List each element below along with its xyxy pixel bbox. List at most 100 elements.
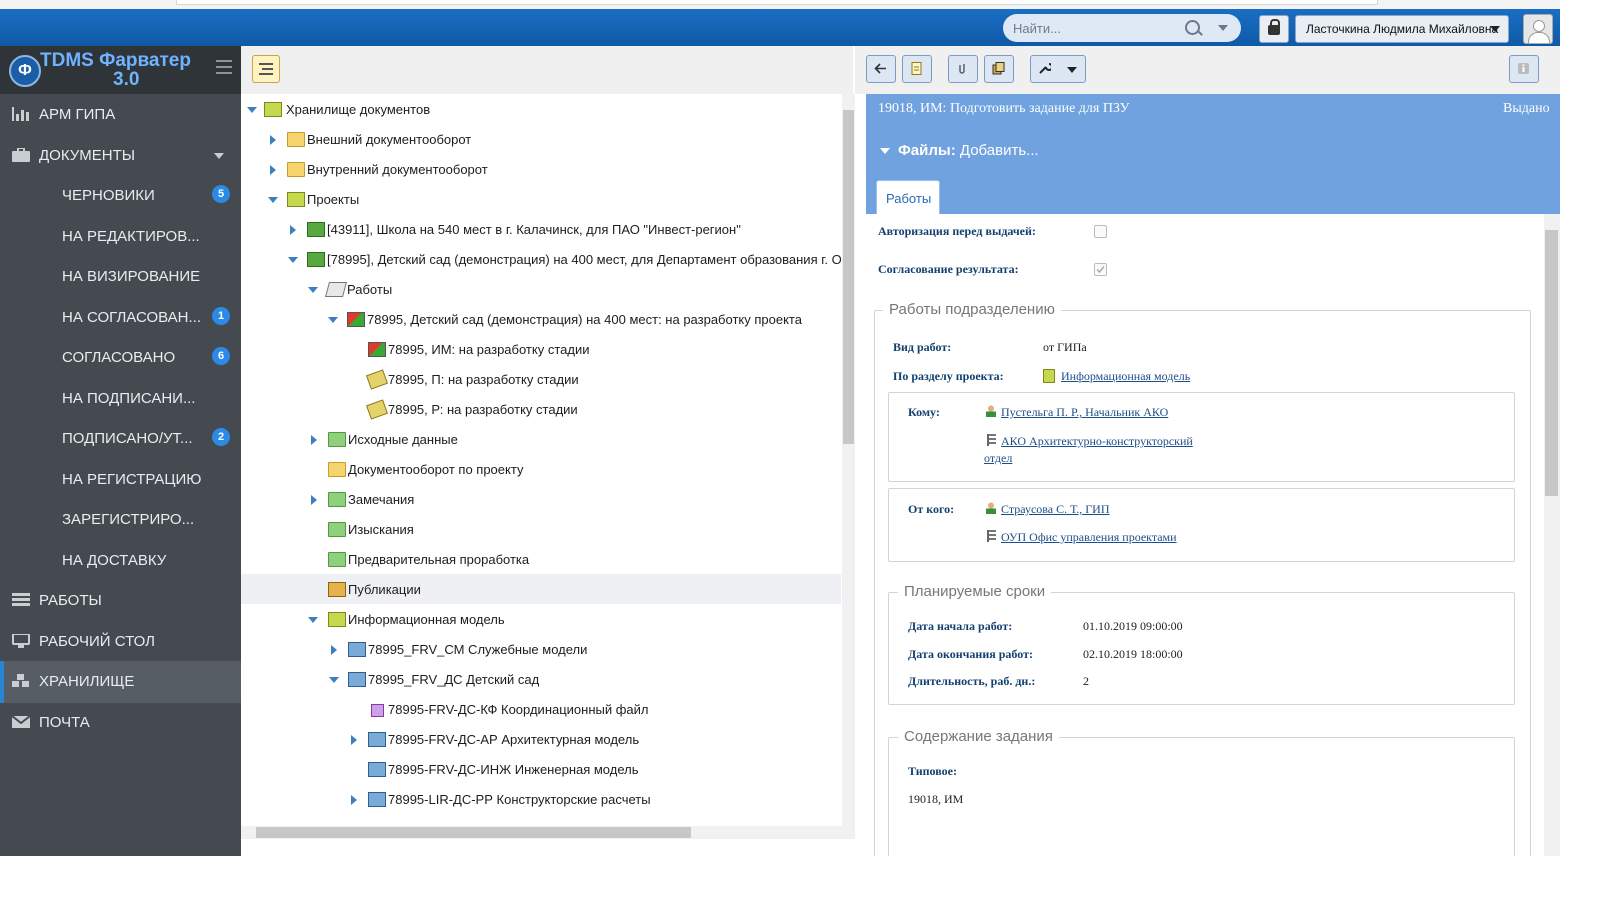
info-button[interactable] bbox=[1509, 55, 1539, 83]
expand-toggle-icon[interactable] bbox=[270, 135, 276, 145]
tree-node[interactable]: Работы bbox=[241, 274, 841, 304]
expand-toggle-icon[interactable] bbox=[351, 735, 357, 745]
avatar[interactable] bbox=[1523, 14, 1553, 44]
sidebar-item-storage[interactable]: ХРАНИЛИЩЕ bbox=[0, 661, 241, 703]
from-box bbox=[888, 488, 1515, 562]
sidebar-item-registered[interactable]: ЗАРЕГИСТРИРО... bbox=[0, 499, 241, 541]
chevron-down-icon bbox=[1067, 67, 1077, 73]
tree-node[interactable]: [78995], Детский сад (демонстрация) на 4… bbox=[241, 244, 841, 274]
expand-toggle-icon[interactable] bbox=[311, 435, 317, 445]
projects-icon bbox=[287, 192, 305, 207]
attach-button[interactable] bbox=[948, 55, 978, 83]
status-badge: 1 bbox=[212, 307, 230, 325]
sidebar-item-delivery[interactable]: НА ДОСТАВКУ bbox=[0, 540, 241, 582]
expand-toggle-icon[interactable] bbox=[329, 677, 339, 683]
tree-node[interactable]: Предварительная проработка bbox=[241, 544, 841, 574]
tab-works[interactable]: Работы bbox=[876, 180, 940, 215]
tree-node[interactable]: Исходные данные bbox=[241, 424, 841, 454]
tree-node[interactable]: Внутренний документооборот bbox=[241, 154, 841, 184]
tree-scroll-thumb[interactable] bbox=[843, 110, 854, 444]
folder-icon bbox=[287, 132, 305, 147]
files-section-toggle[interactable]: Файлы: Добавить... bbox=[880, 142, 1039, 159]
tree-node[interactable]: Информационная модель bbox=[241, 604, 841, 634]
sidebar-item-approved[interactable]: СОГЛАСОВАНО 6 bbox=[0, 337, 241, 379]
tools-menu-button[interactable] bbox=[1030, 55, 1086, 83]
sidebar-item-visa[interactable]: НА ВИЗИРОВАНИЕ bbox=[0, 256, 241, 298]
folder-icon bbox=[328, 462, 346, 477]
back-button[interactable] bbox=[866, 55, 896, 83]
expand-toggle-icon[interactable] bbox=[268, 197, 278, 203]
expand-toggle-icon[interactable] bbox=[308, 287, 318, 293]
tree-node[interactable]: 78995_FRV_ДС Детский сад bbox=[241, 664, 841, 694]
user-menu-button[interactable]: Ласточкина Людмила Михайловна bbox=[1295, 15, 1509, 43]
expand-toggle-icon[interactable] bbox=[331, 645, 337, 655]
status-badge: 5 bbox=[212, 185, 230, 203]
from-person-link[interactable]: Страусова С. Т., ГИП bbox=[1001, 502, 1110, 517]
expand-toggle-icon[interactable] bbox=[290, 225, 296, 235]
tree-node[interactable]: 78995-FRV-ДС-АР Архитектурная модель bbox=[241, 724, 841, 754]
section-link[interactable]: Информационная модель bbox=[1061, 369, 1190, 384]
sidebar-item-mail[interactable]: ПОЧТА bbox=[0, 702, 241, 744]
copy-button[interactable] bbox=[984, 55, 1014, 83]
sidebar-item-desktop[interactable]: РАБОЧИЙ СТОЛ bbox=[0, 621, 241, 663]
tree-node[interactable]: 78995-FRV-ДС-КФ Координационный файл bbox=[241, 694, 841, 724]
tree-node[interactable]: 78995, ИМ: на разработку стадии bbox=[241, 334, 841, 364]
from-org-link[interactable]: ОУП Офис управления проектами bbox=[1001, 530, 1177, 545]
tree-node[interactable]: 78995, П: на разработку стадии bbox=[241, 364, 841, 394]
tree-node[interactable]: 78995-LIR-ДС-РР Конструкторские расчеты bbox=[241, 784, 841, 814]
tree-node[interactable]: Документооборот по проекту bbox=[241, 454, 841, 484]
document-tree: Хранилище документов Внешний документооб… bbox=[241, 94, 841, 839]
tree-node[interactable]: Хранилище документов bbox=[241, 94, 841, 124]
to-org-link-cont[interactable]: отдел bbox=[984, 451, 1012, 466]
to-org-link[interactable]: АКО Архитектурно-конструкторский bbox=[1001, 434, 1193, 449]
logo-version: 3.0 bbox=[113, 69, 140, 90]
tree-node[interactable]: Внешний документооборот bbox=[241, 124, 841, 154]
expand-toggle-icon[interactable] bbox=[288, 257, 298, 263]
group-legend: Содержание задания bbox=[898, 728, 1059, 745]
paperclip-icon bbox=[959, 64, 965, 74]
project-icon bbox=[307, 222, 325, 237]
tree-node[interactable]: Замечания bbox=[241, 484, 841, 514]
expand-toggle-icon[interactable] bbox=[311, 495, 317, 505]
tree-view-button[interactable] bbox=[252, 55, 280, 83]
envelope-icon bbox=[12, 715, 30, 728]
approve-checkbox[interactable] bbox=[1094, 263, 1107, 276]
sidebar-item-documents[interactable]: ДОКУМЕНТЫ bbox=[0, 135, 241, 177]
sidebar-item-arm-gip[interactable]: АРМ ГИПА bbox=[0, 94, 241, 136]
tree-node-selected[interactable]: Публикации bbox=[241, 574, 841, 604]
search-icon[interactable] bbox=[1185, 20, 1200, 35]
expand-toggle-icon[interactable] bbox=[328, 317, 338, 323]
tree-hscroll-thumb[interactable] bbox=[256, 827, 691, 838]
tree-node[interactable]: 78995, Детский сад (демонстрация) на 400… bbox=[241, 304, 841, 334]
model-icon bbox=[368, 732, 386, 747]
tree-node[interactable]: 78995, Р: на разработку стадии bbox=[241, 394, 841, 424]
lock-button[interactable] bbox=[1259, 15, 1289, 43]
expand-toggle-icon[interactable] bbox=[247, 107, 257, 113]
sidebar-item-to-register[interactable]: НА РЕГИСТРАЦИЮ bbox=[0, 459, 241, 501]
sidebar-item-editing[interactable]: НА РЕДАКТИРОВ... bbox=[0, 216, 241, 258]
sidebar-item-works[interactable]: РАБОТЫ bbox=[0, 580, 241, 622]
expand-toggle-icon[interactable] bbox=[270, 165, 276, 175]
tree-node[interactable]: Проекты bbox=[241, 184, 841, 214]
tree-node[interactable]: 78995-FRV-ДС-ИНЖ Инженерная модель bbox=[241, 754, 841, 784]
to-person-link[interactable]: Пустельга П. Р., Начальник АКО bbox=[1001, 405, 1168, 420]
status-badge: 6 bbox=[212, 347, 230, 365]
add-files-link[interactable]: Добавить... bbox=[960, 142, 1039, 159]
auth-checkbox[interactable] bbox=[1094, 225, 1107, 238]
search-box[interactable]: Найти... bbox=[1003, 14, 1241, 42]
expand-toggle-icon[interactable] bbox=[308, 617, 318, 623]
details-scroll-thumb[interactable] bbox=[1545, 230, 1558, 496]
info-icon bbox=[1518, 63, 1529, 74]
sidebar-item-signing[interactable]: НА ПОДПИСАНИ... bbox=[0, 378, 241, 420]
sidebar-item-drafts[interactable]: ЧЕРНОВИКИ 5 bbox=[0, 175, 241, 217]
document-button[interactable] bbox=[902, 55, 932, 83]
search-dropdown-icon[interactable] bbox=[1218, 25, 1228, 31]
expand-toggle-icon[interactable] bbox=[351, 795, 357, 805]
tree-node[interactable]: 78995_FRV_СМ Служебные модели bbox=[241, 634, 841, 664]
tree-node[interactable]: Изыскания bbox=[241, 514, 841, 544]
hamburger-icon[interactable] bbox=[216, 60, 232, 62]
sidebar-item-on-approval[interactable]: НА СОГЛАСОВАН... 1 bbox=[0, 297, 241, 339]
sidebar-item-signed[interactable]: ПОДПИСАНО/УТ... 2 bbox=[0, 418, 241, 460]
tree-node[interactable]: [43911], Школа на 540 мест в г. Калачинс… bbox=[241, 214, 841, 244]
search-input[interactable]: Найти... bbox=[1013, 21, 1061, 36]
